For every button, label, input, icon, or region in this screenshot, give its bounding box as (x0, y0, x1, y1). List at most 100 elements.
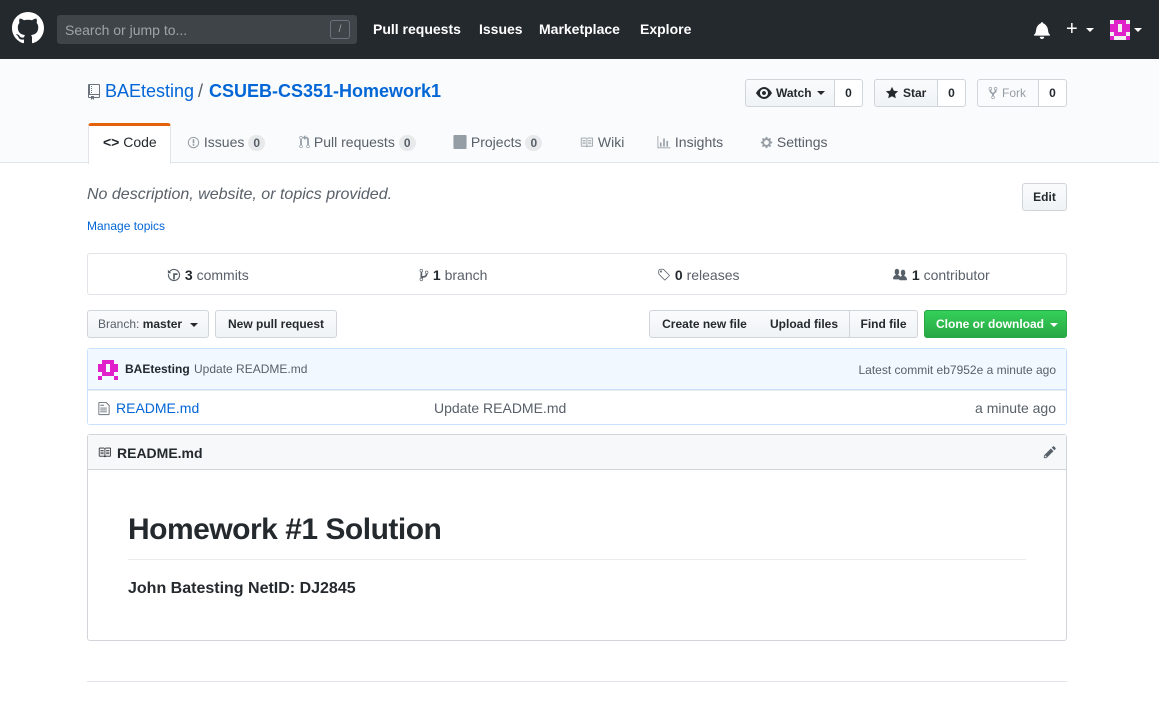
branch-count: 1 (432, 267, 441, 283)
chevron-down-icon (1134, 28, 1142, 32)
star-button[interactable]: Star (874, 79, 938, 107)
tab-label: Settings (776, 134, 828, 150)
latest-commit-info: Latest commit eb7952e a minute ago (859, 363, 1057, 377)
gear-icon (760, 136, 773, 149)
tab-settings[interactable]: Settings (760, 134, 827, 150)
tab-pull-requests[interactable]: Pull requests 0 (299, 134, 416, 151)
tab-insights[interactable]: Insights (657, 134, 723, 150)
plus-icon[interactable]: + (1066, 19, 1078, 39)
clone-or-download-button[interactable]: Clone or download (924, 310, 1067, 338)
tab-label: Wiki (597, 134, 625, 150)
commit-tease: BAEtesting Update README.md Latest commi… (88, 349, 1066, 390)
chevron-down-icon (1086, 28, 1094, 32)
nav-issues[interactable]: Issues (479, 21, 523, 37)
repo-icon (88, 84, 100, 100)
user-avatar[interactable] (1110, 20, 1130, 40)
commit-time: a minute ago (986, 363, 1056, 377)
readme-panel: README.md Homework #1 Solution John Bate… (87, 434, 1067, 641)
edit-description-button[interactable]: Edit (1022, 183, 1067, 211)
create-new-file-button[interactable]: Create new file (649, 310, 760, 338)
file-name-link[interactable]: README.md (116, 400, 199, 416)
tab-label: Pull requests (313, 134, 395, 150)
chevron-down-icon (1050, 323, 1058, 327)
releases-link[interactable]: 0 releases (657, 267, 740, 283)
contributor-count: 1 (911, 267, 920, 283)
new-pull-request-button[interactable]: New pull request (215, 310, 337, 338)
tab-code-content[interactable]: <> Code (103, 134, 157, 150)
readme-heading: Homework #1 Solution (128, 513, 442, 546)
manage-topics-link[interactable]: Manage topics (87, 219, 165, 233)
repo-summary-bar: 3 commits 1 branch 0 releases 1 contribu… (87, 253, 1067, 295)
commits-count: 3 (184, 267, 193, 283)
fork-label: Fork (1002, 86, 1026, 100)
issues-counter: 0 (248, 135, 266, 151)
chevron-down-icon (190, 323, 198, 327)
branch-select-button[interactable]: Branch: master (87, 310, 209, 338)
fork-count[interactable]: 0 (1039, 79, 1067, 107)
star-count[interactable]: 0 (938, 79, 966, 107)
contributors-link[interactable]: 1 contributor (892, 267, 990, 283)
chevron-down-icon (817, 91, 825, 95)
projects-counter: 0 (525, 135, 543, 151)
pencil-icon[interactable] (1043, 445, 1057, 459)
graph-icon (657, 136, 671, 149)
fork-button[interactable]: Fork (977, 79, 1039, 107)
file-icon (98, 401, 110, 416)
tab-label: Issues (203, 134, 245, 150)
star-icon (885, 86, 899, 99)
pull-requests-counter: 0 (398, 135, 416, 151)
releases-count: 0 (674, 267, 683, 283)
tab-projects[interactable]: Projects 0 (453, 134, 543, 151)
commit-author-link[interactable]: BAEtesting (125, 362, 190, 376)
tag-icon (658, 268, 670, 281)
repo-path-separator: / (198, 81, 204, 101)
author-avatar[interactable] (98, 360, 118, 380)
commits-link[interactable]: 3 commits (167, 267, 249, 283)
book-icon (580, 137, 593, 148)
readme-body-text: John Batesting NetID: DJ2845 (128, 580, 356, 597)
fork-icon (988, 86, 998, 100)
branch-name: master (142, 317, 183, 331)
nav-pull-requests[interactable]: Pull requests (373, 21, 461, 37)
nav-marketplace[interactable]: Marketplace (539, 21, 620, 37)
bell-icon[interactable] (1033, 21, 1051, 39)
releases-label: releases (686, 267, 740, 283)
clone-label: Clone or download (936, 317, 1044, 331)
footer-divider (87, 681, 1067, 682)
tab-wiki[interactable]: Wiki (579, 134, 624, 150)
upload-files-button[interactable]: Upload files (759, 310, 850, 338)
slash-shortcut-hint: / (330, 20, 350, 39)
readme-title: README.md (117, 445, 203, 461)
readme-header: README.md (88, 435, 1066, 470)
git-pull-request-icon (299, 135, 310, 149)
watch-button[interactable]: Watch (745, 79, 835, 107)
file-row: README.md Update README.md a minute ago (88, 390, 1066, 424)
eye-icon (756, 87, 772, 99)
watch-count[interactable]: 0 (835, 79, 863, 107)
commit-message-link[interactable]: Update README.md (194, 362, 307, 376)
repo-owner-link[interactable]: BAEtesting (105, 81, 194, 102)
github-logo-icon[interactable] (12, 12, 44, 44)
book-icon (98, 447, 111, 458)
global-header: / Pull requests Issues Marketplace Explo… (0, 0, 1159, 59)
find-file-button[interactable]: Find file (849, 310, 918, 338)
file-commit-message-link[interactable]: Update README.md (434, 400, 566, 416)
contributor-label: contributor (923, 267, 990, 283)
commit-sha-link[interactable]: eb7952e (937, 363, 984, 377)
people-icon (893, 268, 907, 281)
tab-issues[interactable]: Issues 0 (187, 134, 266, 151)
tab-label: Projects (470, 134, 522, 150)
code-icon: <> (103, 134, 120, 150)
history-icon (167, 268, 181, 282)
file-age: a minute ago (975, 400, 1056, 416)
watch-label: Watch (776, 86, 812, 100)
branches-link[interactable]: 1 branch (419, 267, 487, 283)
repo-name-link[interactable]: CSUEB-CS351-Homework1 (209, 81, 441, 102)
nav-explore[interactable]: Explore (640, 21, 691, 37)
tab-label: Insights (674, 134, 724, 150)
repo-description: No description, website, or topics provi… (87, 186, 393, 203)
search-box: / (57, 15, 357, 44)
project-icon (453, 135, 467, 149)
search-input[interactable] (57, 15, 327, 44)
tab-label: Code (123, 134, 157, 150)
